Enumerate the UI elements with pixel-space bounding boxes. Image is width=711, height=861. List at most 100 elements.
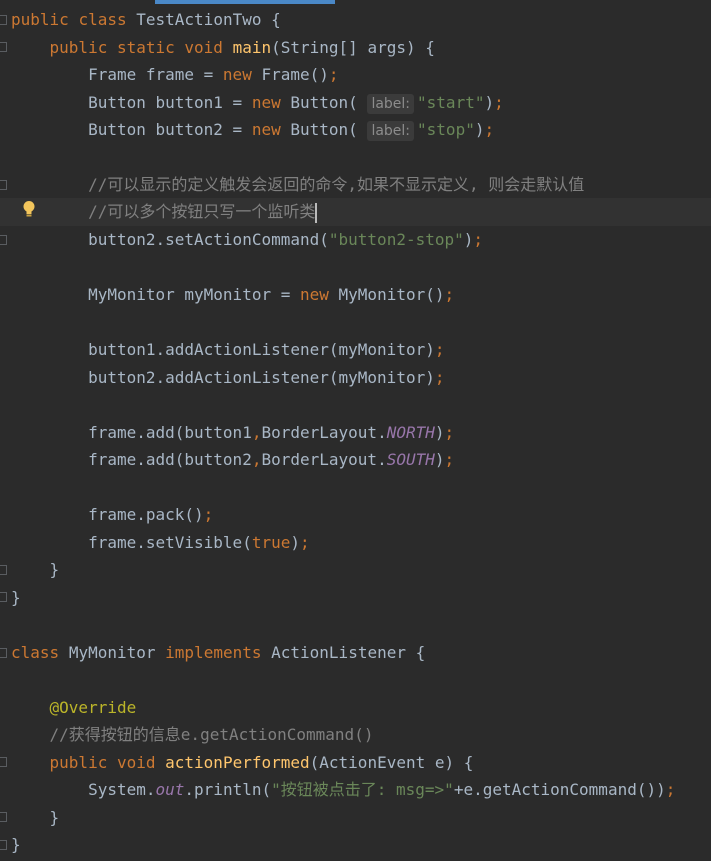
- closing-brace: }: [11, 835, 21, 854]
- code-text: MyMonitor(): [338, 285, 445, 304]
- code-line-6[interactable]: //可以显示的定义触发会返回的命令,如果不显示定义, 则会走默认值: [11, 171, 584, 199]
- code-line-18[interactable]: class MyMonitor implements ActionListene…: [11, 639, 425, 667]
- keyword: void: [116, 753, 156, 772]
- code-line-2[interactable]: public static void main(String[] args) {: [11, 34, 435, 62]
- code-text: Button(: [290, 93, 358, 112]
- code-text: button1.addActionListener(myMonitor): [88, 340, 435, 359]
- fold-marker-icon[interactable]: [0, 648, 7, 658]
- code-text: MyMonitor myMonitor =: [88, 285, 300, 304]
- interface-name: ActionListener {: [271, 643, 426, 662]
- code-line-19[interactable]: @Override: [11, 694, 137, 722]
- code-text: button2.setActionCommand(: [88, 230, 329, 249]
- semicolon: ;: [494, 93, 504, 112]
- comment: //可以显示的定义触发会返回的命令,如果不显示定义, 则会走默认值: [88, 175, 585, 194]
- code-text: ): [484, 93, 495, 112]
- code-line-1[interactable]: public class TestActionTwo {: [11, 6, 281, 34]
- semicolon: ;: [434, 368, 445, 387]
- keyword: new: [299, 285, 329, 304]
- semicolon: ;: [444, 423, 455, 442]
- semicolon: ;: [444, 285, 455, 304]
- keyword: new: [251, 93, 281, 112]
- code-line-21[interactable]: public void actionPerformed(ActionEvent …: [11, 749, 474, 777]
- fold-marker-icon[interactable]: [0, 235, 7, 245]
- code-text: frame.add(button2: [88, 450, 252, 469]
- code-line-9[interactable]: MyMonitor myMonitor = new MyMonitor();: [11, 281, 454, 309]
- code-line-17[interactable]: }: [11, 584, 21, 612]
- keyword: void: [184, 38, 223, 57]
- closing-brace: }: [49, 808, 60, 827]
- keyword: public: [11, 10, 69, 29]
- fold-marker-icon[interactable]: [0, 565, 7, 575]
- fold-marker-icon[interactable]: [0, 180, 7, 190]
- code-text: button2.addActionListener(myMonitor): [88, 368, 435, 387]
- semicolon: ;: [484, 120, 495, 139]
- class-name: MyMonitor: [68, 643, 156, 662]
- keyword: implements: [165, 643, 262, 662]
- parameter-hint: label:: [367, 121, 415, 141]
- keyword: true: [251, 533, 291, 552]
- code-line-20[interactable]: //获得按钮的信息e.getActionCommand(): [11, 721, 374, 749]
- code-line-14[interactable]: frame.pack();: [11, 501, 213, 529]
- code-text: System.: [88, 780, 156, 799]
- code-text: Button button2 =: [88, 120, 252, 139]
- string-literal: "stop": [417, 120, 475, 139]
- code-text: Frame(): [261, 65, 329, 84]
- fold-marker-icon[interactable]: [0, 15, 7, 25]
- constant: NORTH: [386, 423, 435, 442]
- code-line-13[interactable]: frame.add(button2,BorderLayout.SOUTH);: [11, 446, 454, 474]
- code-text: +e.getActionCommand()): [453, 780, 666, 799]
- fold-marker-icon[interactable]: [0, 840, 7, 850]
- string-literal: "按钮被点击了: msg=>": [271, 780, 454, 799]
- code-text: Button(: [290, 120, 358, 139]
- method-signature: (ActionEvent e) {: [309, 753, 474, 772]
- code-text: Frame frame =: [88, 65, 223, 84]
- constant: SOUTH: [386, 450, 435, 469]
- code-editor[interactable]: public class TestActionTwo { public stat…: [0, 0, 711, 861]
- keyword: public: [49, 38, 108, 57]
- code-text: .println(: [184, 780, 272, 799]
- semicolon: ;: [665, 780, 676, 799]
- string-literal: "button2-stop": [328, 230, 464, 249]
- code-text: ): [463, 230, 474, 249]
- code-line-5[interactable]: Button button2 = new Button( label: "stop…: [11, 116, 494, 144]
- code-text: ): [290, 533, 300, 552]
- code-line-12[interactable]: frame.add(button1,BorderLayout.NORTH);: [11, 419, 454, 447]
- text-caret: [315, 202, 318, 223]
- fold-marker-icon[interactable]: [0, 812, 7, 822]
- semicolon: ;: [300, 533, 310, 552]
- comment: //可以多个按钮只写一个监听类: [88, 202, 316, 221]
- keyword: public: [49, 753, 108, 772]
- fold-marker-icon[interactable]: [0, 42, 7, 52]
- class-declaration: TestActionTwo {: [136, 10, 281, 29]
- keyword: new: [251, 120, 281, 139]
- code-line-23[interactable]: }: [11, 804, 60, 832]
- semicolon: ;: [203, 505, 214, 524]
- method-name: main: [232, 38, 272, 57]
- code-line-15[interactable]: frame.setVisible(true);: [11, 529, 310, 557]
- code-line-24[interactable]: }: [11, 831, 21, 859]
- code-text: frame.pack(): [88, 505, 204, 524]
- closing-brace: }: [49, 560, 60, 579]
- method-signature: (String[] args) {: [271, 38, 435, 57]
- method-name: actionPerformed: [165, 753, 310, 772]
- fold-marker-icon[interactable]: [0, 757, 7, 767]
- fold-marker-icon[interactable]: [0, 592, 7, 602]
- closing-brace: }: [11, 588, 21, 607]
- code-text: BorderLayout.: [261, 450, 387, 469]
- code-line-10[interactable]: button1.addActionListener(myMonitor);: [11, 336, 444, 364]
- static-field: out: [155, 780, 185, 799]
- code-text: ): [434, 423, 445, 442]
- code-line-16[interactable]: }: [11, 556, 60, 584]
- code-text: BorderLayout.: [261, 423, 387, 442]
- code-line-8[interactable]: button2.setActionCommand("button2-stop")…: [11, 226, 483, 254]
- code-line-7[interactable]: //可以多个按钮只写一个监听类: [11, 198, 318, 226]
- code-line-11[interactable]: button2.addActionListener(myMonitor);: [11, 364, 444, 392]
- code-line-22[interactable]: System.out.println("按钮被点击了: msg=>"+e.get…: [11, 776, 675, 804]
- keyword: new: [222, 65, 252, 84]
- gutter: [0, 0, 10, 861]
- semicolon: ;: [473, 230, 484, 249]
- code-line-4[interactable]: Button button1 = new Button( label: "star…: [11, 89, 504, 117]
- parameter-hint: label:: [367, 94, 415, 114]
- semicolon: ;: [434, 340, 445, 359]
- code-line-3[interactable]: Frame frame = new Frame();: [11, 61, 338, 89]
